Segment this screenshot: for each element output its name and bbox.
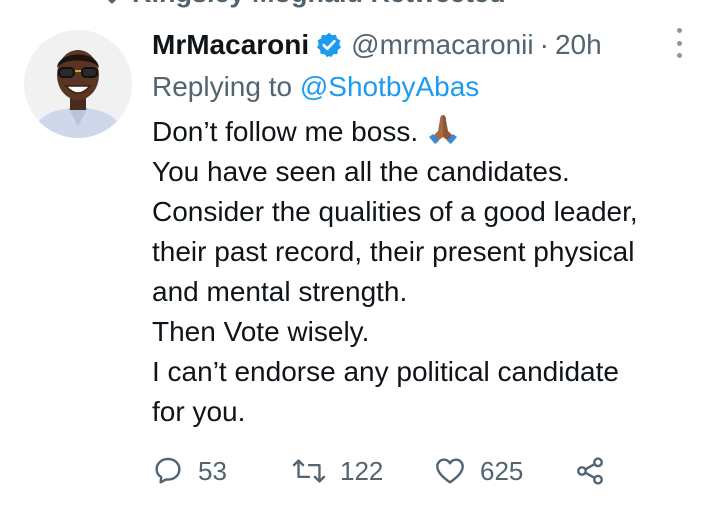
tweet-line: You have seen all the candidates. [152,156,570,187]
tweet-line: Don’t follow me boss. [152,112,692,152]
reply-icon [155,457,181,484]
tweet-line: for you. [152,396,246,427]
retweet-context-text: Kingsley Moghalu Retweeted [132,0,506,9]
tweet-line: their past record, their present physica… [152,236,635,267]
retweet-button[interactable]: 122 [292,455,434,487]
verified-badge-icon [317,32,342,58]
reply-context: Replying to @ShotbyAbas [152,68,692,106]
retweet-context-icon [107,0,117,4]
tweet-content[interactable]: MrMacaroni @mrmacaronii · 20h Replying t… [152,26,692,432]
avatar[interactable] [24,30,132,138]
tweet-text: Don’t follow me boss. You have seen all … [152,112,692,432]
like-count: 625 [480,455,524,486]
avatar-image [24,30,132,138]
like-button[interactable]: 625 [434,455,574,487]
folded-hands-emoji [429,115,458,144]
author-handle[interactable]: @mrmacaronii [351,29,533,61]
reply-button[interactable]: 53 [152,455,292,487]
tweet-actions: 53 122 625 [152,450,606,492]
share-button[interactable] [574,455,606,487]
tweet-line: I can’t endorse any political candidate [152,356,619,387]
tweet-line: Consider the qualities of a good leader, [152,196,638,227]
separator-dot: · [539,29,549,60]
retweet-context[interactable]: Kingsley Moghalu Retweeted [88,0,506,8]
reply-prefix: Replying to [152,71,293,102]
retweet-count: 122 [340,455,384,486]
tweet-line: and mental strength. [152,276,408,307]
author-name[interactable]: MrMacaroni [152,29,309,61]
tweet-header: MrMacaroni @mrmacaronii · 20h [152,26,692,64]
tweet-line: Then Vote wisely. [152,316,370,347]
timestamp[interactable]: 20h [555,29,602,61]
share-icon [577,457,603,485]
reply-count: 53 [198,455,227,486]
tweet-line-text: Don’t follow me boss. [152,116,419,147]
reply-mention-link[interactable]: @ShotbyAbas [300,71,479,102]
retweet-icon [292,459,326,483]
like-icon [436,458,464,484]
more-options-icon[interactable] [672,28,686,58]
